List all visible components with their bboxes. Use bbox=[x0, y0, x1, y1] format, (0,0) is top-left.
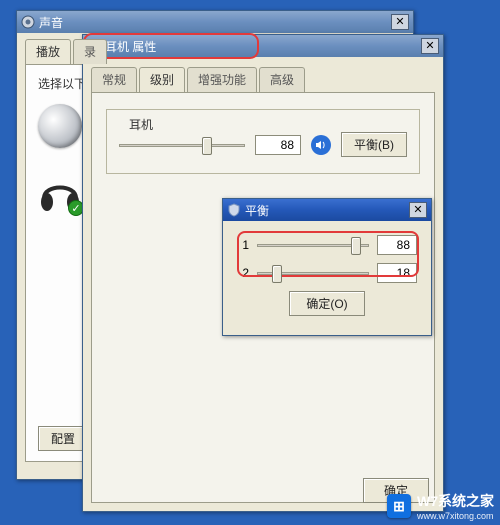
volume-icon[interactable] bbox=[311, 135, 331, 155]
watermark-icon: ⊞ bbox=[387, 494, 411, 518]
tab-enhance[interactable]: 增强功能 bbox=[187, 67, 257, 92]
configure-button[interactable]: 配置 bbox=[38, 426, 88, 451]
close-icon: ✕ bbox=[413, 205, 422, 216]
close-icon: ✕ bbox=[395, 17, 404, 28]
balance-title: 平衡 bbox=[245, 202, 409, 219]
tab-general[interactable]: 常规 bbox=[91, 67, 137, 92]
props-window-title: 耳机 属性 bbox=[105, 38, 421, 55]
balance-value-2: 18 bbox=[377, 263, 417, 283]
balance-row-2-label: 2 bbox=[237, 266, 249, 280]
balance-ok-button[interactable]: 确定(O) bbox=[289, 291, 364, 316]
watermark: ⊞ W7系统之家 www.w7xitong.com bbox=[387, 491, 494, 521]
tab-levels[interactable]: 级别 bbox=[139, 67, 185, 92]
sound-footer: 配置 bbox=[38, 426, 88, 451]
sound-window-title: 声音 bbox=[39, 14, 391, 31]
close-icon: ✕ bbox=[425, 41, 434, 52]
tab-advanced[interactable]: 高级 bbox=[259, 67, 305, 92]
balance-slider-1[interactable] bbox=[257, 236, 369, 254]
balance-dialog: 平衡 ✕ 1 88 2 18 确定(O) bbox=[222, 198, 432, 336]
master-level-slider[interactable] bbox=[119, 136, 245, 154]
watermark-text: W7系统之家 bbox=[417, 491, 494, 511]
balance-slider-2[interactable] bbox=[257, 264, 369, 282]
balance-row-1: 1 88 bbox=[237, 235, 417, 255]
balance-row-2: 2 18 bbox=[237, 263, 417, 283]
tab-playback[interactable]: 播放 bbox=[25, 39, 71, 64]
master-level-value: 88 bbox=[255, 135, 301, 155]
watermark-sub: www.w7xitong.com bbox=[417, 511, 494, 521]
shield-icon bbox=[227, 203, 241, 217]
device-headphone-icon[interactable]: ✓ bbox=[38, 174, 82, 214]
balance-value-1: 88 bbox=[377, 235, 417, 255]
device-speaker-icon[interactable] bbox=[38, 104, 82, 148]
balance-row-1-label: 1 bbox=[237, 238, 249, 252]
props-close-button[interactable]: ✕ bbox=[421, 38, 439, 54]
balance-titlebar[interactable]: 平衡 ✕ bbox=[223, 199, 431, 221]
props-titlebar[interactable]: 耳机 属性 ✕ bbox=[83, 35, 443, 57]
group-label: 耳机 bbox=[125, 116, 157, 133]
speaker-titlebar-icon bbox=[21, 15, 35, 29]
balance-button[interactable]: 平衡(B) bbox=[341, 132, 407, 157]
sound-titlebar[interactable]: 声音 ✕ bbox=[17, 11, 413, 33]
headphone-level-group: 耳机 88 平衡(B) bbox=[106, 109, 420, 174]
sound-close-button[interactable]: ✕ bbox=[391, 14, 409, 30]
tab-recording[interactable]: 录 bbox=[73, 39, 107, 64]
balance-close-button[interactable]: ✕ bbox=[409, 202, 427, 218]
